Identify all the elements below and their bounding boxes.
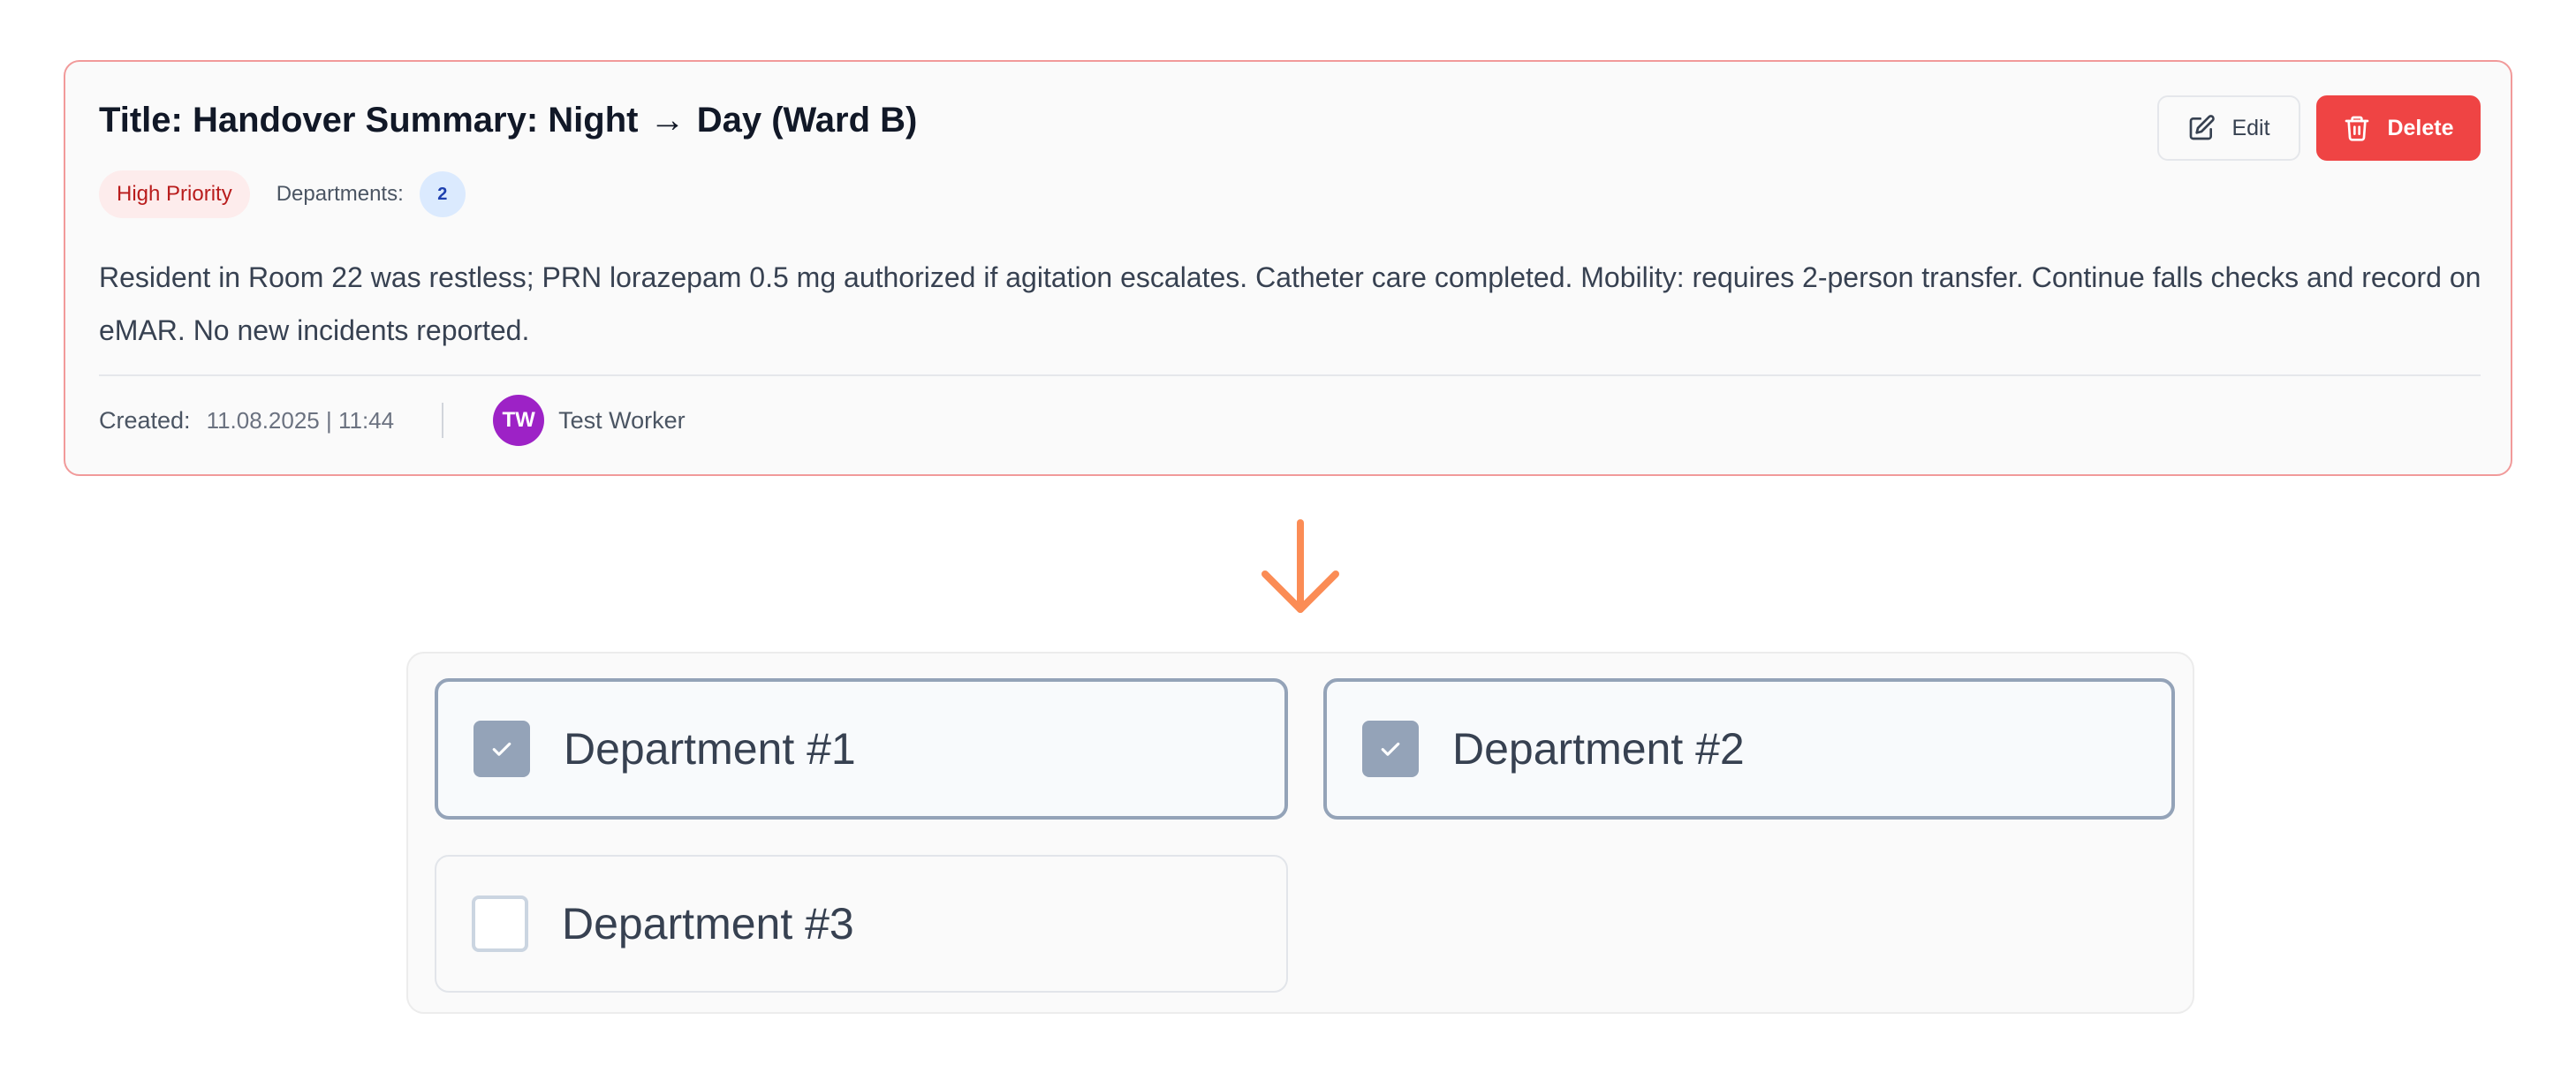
- note-meta-row: High Priority Departments: 2: [99, 170, 466, 219]
- department-label: Department #2: [1452, 724, 1745, 774]
- title-suffix: Day (Ward B): [696, 101, 918, 140]
- checkbox-checked[interactable]: [474, 721, 530, 777]
- check-icon: [492, 742, 511, 756]
- department-option-1[interactable]: Department #1: [435, 678, 1288, 820]
- check-icon: [1381, 742, 1400, 756]
- avatar: TW: [493, 395, 545, 446]
- note-body: Resident in Room 22 was restless; PRN lo…: [99, 261, 2481, 346]
- arrow-down-icon: [1258, 518, 1343, 621]
- edit-label: Edit: [2231, 115, 2270, 140]
- pencil-square-icon: [2187, 114, 2216, 142]
- title-prefix: Title: Handover Summary: Night: [99, 101, 639, 140]
- checkbox-checked[interactable]: [1362, 721, 1419, 777]
- department-option-2[interactable]: Department #2: [1323, 678, 2175, 820]
- trash-icon: [2343, 112, 2371, 144]
- department-label: Department #1: [564, 724, 856, 774]
- checkbox-unchecked[interactable]: [472, 895, 528, 952]
- author-name: Test Worker: [558, 406, 686, 434]
- note-footer: Created: 11.08.2025 | 11:44 TW Test Work…: [99, 392, 686, 449]
- note-title: Title: Handover Summary: Night → Day (Wa…: [99, 101, 917, 140]
- created-label: Created:: [99, 406, 191, 434]
- delete-button[interactable]: Delete: [2316, 95, 2481, 161]
- edit-button[interactable]: Edit: [2157, 95, 2300, 161]
- priority-badge: High Priority: [99, 170, 250, 218]
- footer-separator: [442, 403, 444, 438]
- title-arrow: →: [649, 101, 686, 140]
- department-option-3[interactable]: Department #3: [435, 855, 1288, 993]
- departments-panel: Department #1 Department #2 Department #…: [406, 652, 2194, 1014]
- departments-count-badge: 2: [419, 171, 466, 217]
- delete-label: Delete: [2387, 115, 2454, 140]
- department-label: Department #3: [562, 899, 854, 948]
- departments-label: Departments:: [276, 182, 404, 206]
- divider: [99, 374, 2481, 376]
- created-date: 11.08.2025 | 11:44: [206, 406, 395, 434]
- handover-note-card: Title: Handover Summary: Night → Day (Wa…: [64, 60, 2512, 476]
